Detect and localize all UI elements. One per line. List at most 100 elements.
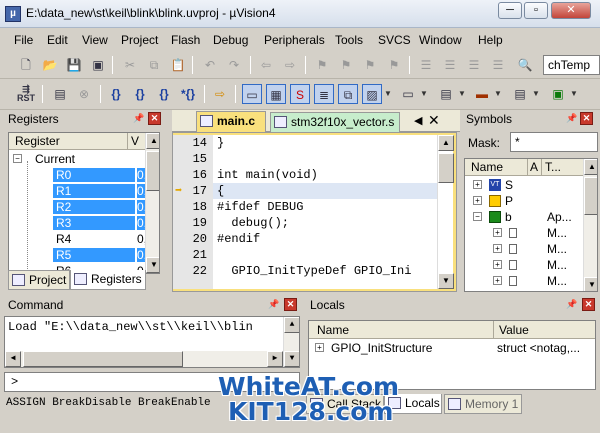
expand-icon[interactable]: + xyxy=(493,228,502,237)
collapse-icon[interactable]: − xyxy=(13,154,22,163)
watch-window-icon[interactable]: ▨ xyxy=(362,84,382,104)
step-over-icon[interactable]: {} xyxy=(130,84,150,104)
menu-edit[interactable]: Edit xyxy=(47,33,68,47)
uncomment-icon[interactable]: ☰ xyxy=(488,55,508,75)
pin-icon[interactable]: 📌 xyxy=(268,299,279,310)
scroll-down-icon[interactable]: ▼ xyxy=(584,277,597,291)
scroll-left-icon[interactable]: ◀ xyxy=(5,351,21,367)
expand-icon[interactable]: + xyxy=(493,244,502,253)
scroll-down-icon[interactable]: ▼ xyxy=(284,351,299,367)
value-column-header[interactable]: Value xyxy=(499,323,529,337)
symbol-row[interactable]: + M... xyxy=(465,257,583,273)
menu-file[interactable]: File xyxy=(14,33,33,47)
close-button[interactable]: ✕ xyxy=(551,2,591,19)
chevron-down-icon[interactable]: ▼ xyxy=(570,86,580,102)
cut-icon[interactable]: ✂ xyxy=(120,55,140,75)
chevron-down-icon[interactable]: ▼ xyxy=(532,86,542,102)
reset-cpu-icon[interactable]: ⇶ RST xyxy=(16,84,36,104)
scroll-down-icon[interactable]: ▼ xyxy=(438,273,454,289)
menu-project[interactable]: Project xyxy=(121,33,158,47)
scroll-thumb[interactable] xyxy=(23,351,183,367)
menu-tools[interactable]: Tools xyxy=(335,33,363,47)
command-vscrollbar[interactable]: ▲ ▼ xyxy=(283,317,299,367)
a-column-header[interactable]: A xyxy=(530,160,538,174)
local-variable-row[interactable]: + GPIO_InitStructure struct <notag,... xyxy=(309,340,595,356)
bookmark-clear-icon[interactable]: ⚑ xyxy=(384,55,404,75)
collapse-icon[interactable]: − xyxy=(473,212,482,221)
bookmark-next-icon[interactable]: ⚑ xyxy=(360,55,380,75)
symbol-row[interactable]: + VT S xyxy=(465,177,583,193)
register-row[interactable]: R5 0, xyxy=(9,247,151,263)
menu-view[interactable]: View xyxy=(82,33,108,47)
registers-window-icon[interactable]: ≣ xyxy=(314,84,334,104)
memory-window-icon[interactable]: ▭ xyxy=(398,84,418,104)
comment-icon[interactable]: ☰ xyxy=(464,55,484,75)
symbol-row[interactable]: + P xyxy=(465,193,583,209)
bookmark-prev-icon[interactable]: ⚑ xyxy=(336,55,356,75)
step-into-icon[interactable]: {} xyxy=(106,84,126,104)
system-viewer-icon[interactable]: ▣ xyxy=(548,84,568,104)
tree-group-current[interactable]: − Current xyxy=(9,151,145,167)
command-window-icon[interactable]: ▭ xyxy=(242,84,262,104)
close-icon[interactable]: ✕ xyxy=(580,112,593,125)
name-column-header[interactable]: Name xyxy=(317,323,349,337)
symbols-scrollbar[interactable]: ▲ ▼ xyxy=(583,159,597,291)
scroll-thumb[interactable] xyxy=(438,153,454,183)
pin-icon[interactable]: 📌 xyxy=(566,113,577,124)
bookmark-icon[interactable]: ⚑ xyxy=(312,55,332,75)
expand-icon[interactable]: + xyxy=(473,180,482,189)
paste-icon[interactable]: 📋 xyxy=(168,55,188,75)
menu-peripherals[interactable]: Peripherals xyxy=(264,33,325,47)
expand-icon[interactable]: + xyxy=(315,343,324,352)
copy-icon[interactable]: ⧉ xyxy=(144,55,164,75)
symbol-row[interactable]: + M... xyxy=(465,241,583,257)
redo-icon[interactable]: ↷ xyxy=(224,55,244,75)
registers-scrollbar[interactable]: ▲ ▼ xyxy=(145,133,159,273)
stop-icon[interactable]: ⊗ xyxy=(74,84,94,104)
symbol-row[interactable]: + M... xyxy=(465,273,583,289)
tab-project[interactable]: Project xyxy=(8,270,70,290)
show-next-statement-icon[interactable]: ⇨ xyxy=(210,84,230,104)
register-row[interactable]: R1 0, xyxy=(9,183,151,199)
pin-icon[interactable]: 📌 xyxy=(133,113,144,124)
menu-help[interactable]: Help xyxy=(478,33,503,47)
minimize-button[interactable]: ─ xyxy=(498,2,522,19)
chevron-down-icon[interactable]: ▼ xyxy=(494,86,504,102)
menu-debug[interactable]: Debug xyxy=(213,33,248,47)
symbols-window-icon[interactable]: S xyxy=(290,84,310,104)
register-row[interactable]: R3 0, xyxy=(9,215,151,231)
register-row[interactable]: R0 0, xyxy=(9,167,151,183)
tab-memory-1[interactable]: Memory 1 xyxy=(444,394,522,414)
symbol-row[interactable]: + M... xyxy=(465,225,583,241)
scroll-up-icon[interactable]: ▲ xyxy=(146,133,159,149)
new-file-icon[interactable]: 🗋 xyxy=(16,55,36,75)
menu-flash[interactable]: Flash xyxy=(171,33,200,47)
scroll-up-icon[interactable]: ▲ xyxy=(584,159,597,175)
code-view[interactable]: 14} 15 16 int main(void) 17{ 18 #ifdef DEB… xyxy=(173,135,437,289)
chevron-down-icon[interactable]: ▼ xyxy=(384,86,394,102)
close-icon[interactable]: ✕ xyxy=(284,298,297,311)
open-folder-icon[interactable]: 📂 xyxy=(40,55,60,75)
editor-scrollbar[interactable]: ▲ ▼ xyxy=(437,135,454,289)
maximize-button[interactable]: ▫ xyxy=(524,2,548,19)
register-row[interactable]: R4 0, xyxy=(9,231,147,247)
chevron-down-icon[interactable]: ▼ xyxy=(458,86,468,102)
trace-window-icon[interactable]: ▤ xyxy=(510,84,530,104)
menu-svcs[interactable]: SVCS xyxy=(378,33,411,47)
nav-forward-icon[interactable]: ⇨ xyxy=(280,55,300,75)
symbol-row[interactable]: − b Ap... xyxy=(465,209,583,225)
serial-window-icon[interactable]: ▤ xyxy=(436,84,456,104)
undo-icon[interactable]: ↶ xyxy=(200,55,220,75)
expand-icon[interactable]: + xyxy=(493,260,502,269)
mask-input[interactable]: * xyxy=(510,132,598,152)
save-icon[interactable]: 💾 xyxy=(64,55,84,75)
scroll-up-icon[interactable]: ▲ xyxy=(284,317,299,333)
command-hscrollbar[interactable]: ◀ ▶ xyxy=(5,351,283,367)
save-all-icon[interactable]: ▣ xyxy=(88,55,108,75)
close-icon[interactable]: ✕ xyxy=(428,112,440,129)
scroll-up-icon[interactable]: ▲ xyxy=(438,135,454,151)
close-icon[interactable]: ✕ xyxy=(582,298,595,311)
chevron-down-icon[interactable]: ▼ xyxy=(420,86,430,102)
close-icon[interactable]: ✕ xyxy=(148,112,161,125)
disassembly-window-icon[interactable]: ▦ xyxy=(266,84,286,104)
